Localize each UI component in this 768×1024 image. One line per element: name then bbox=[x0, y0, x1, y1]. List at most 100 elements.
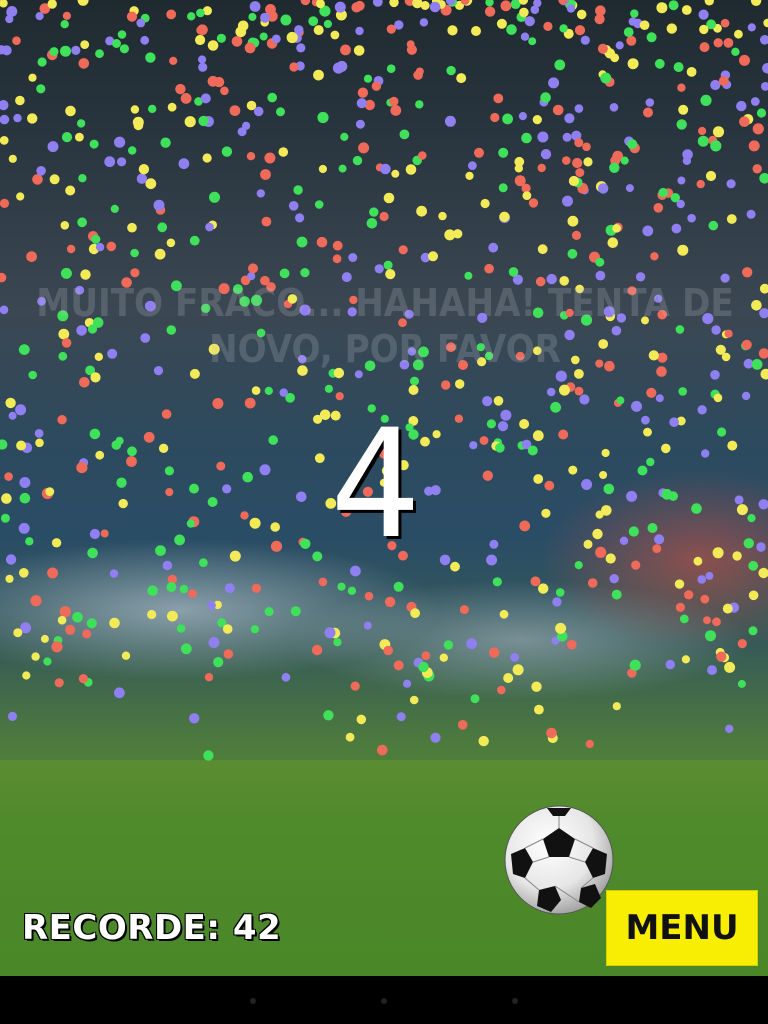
confetti-dot bbox=[599, 471, 608, 479]
confetti-dot bbox=[616, 396, 625, 405]
confetti-dot bbox=[71, 45, 81, 56]
confetti-dot bbox=[707, 665, 717, 676]
confetti-dot bbox=[699, 42, 710, 53]
confetti-dot bbox=[704, 0, 714, 6]
confetti-dot bbox=[643, 427, 652, 437]
confetti-dot bbox=[121, 651, 131, 660]
confetti-dot bbox=[112, 39, 121, 48]
confetti-dot bbox=[13, 628, 23, 638]
confetti-dot bbox=[350, 681, 360, 691]
confetti-dot bbox=[756, 108, 767, 118]
confetti-dot bbox=[508, 267, 519, 277]
confetti-dot bbox=[605, 553, 616, 564]
confetti-dot bbox=[296, 236, 308, 248]
confetti-dot bbox=[109, 569, 119, 578]
recent-apps-icon[interactable] bbox=[512, 998, 518, 1004]
confetti-dot bbox=[693, 556, 703, 566]
confetti-dot bbox=[581, 479, 593, 490]
confetti-dot bbox=[186, 519, 195, 528]
confetti-dot bbox=[418, 661, 429, 673]
confetti-dot bbox=[628, 526, 639, 537]
confetti-dot bbox=[642, 225, 654, 237]
confetti-dot bbox=[363, 621, 372, 630]
confetti-dot bbox=[95, 450, 105, 460]
confetti-dot bbox=[384, 596, 396, 608]
confetti-dot bbox=[489, 539, 499, 549]
menu-button[interactable]: MENU bbox=[606, 890, 758, 966]
confetti-dot bbox=[582, 142, 591, 152]
confetti-dot bbox=[530, 576, 541, 587]
back-icon[interactable] bbox=[250, 998, 256, 1004]
confetti-dot bbox=[398, 245, 408, 255]
confetti-dot bbox=[79, 377, 90, 388]
confetti-dot bbox=[532, 430, 544, 442]
record-label: RECORDE: 42 bbox=[22, 908, 282, 948]
confetti-dot bbox=[609, 103, 619, 112]
confetti-dot bbox=[393, 660, 404, 671]
home-icon[interactable] bbox=[381, 998, 387, 1004]
confetti-dot bbox=[12, 36, 21, 45]
confetti-dot bbox=[519, 419, 530, 429]
confetti-dot bbox=[166, 9, 177, 20]
confetti-dot bbox=[240, 511, 249, 520]
confetti-dot bbox=[180, 93, 192, 104]
confetti-dot bbox=[213, 76, 225, 88]
confetti-dot bbox=[438, 211, 447, 221]
confetti-dot bbox=[293, 185, 303, 195]
confetti-dot bbox=[405, 164, 417, 175]
confetti-dot bbox=[554, 59, 566, 71]
confetti-dot bbox=[540, 92, 551, 103]
confetti-dot bbox=[568, 175, 580, 187]
confetti-dot bbox=[318, 577, 328, 587]
confetti-dot bbox=[36, 166, 46, 176]
confetti-dot bbox=[541, 508, 551, 518]
confetti-dot bbox=[496, 18, 507, 29]
confetti-dot bbox=[0, 114, 10, 125]
confetti-dot bbox=[454, 414, 464, 423]
confetti-dot bbox=[598, 183, 609, 194]
confetti-dot bbox=[574, 138, 584, 148]
confetti-dot bbox=[701, 449, 710, 458]
confetti-dot bbox=[76, 119, 86, 128]
confetti-dot bbox=[95, 49, 104, 59]
confetti-dot bbox=[758, 499, 768, 510]
confetti-dot bbox=[77, 0, 89, 6]
confetti-dot bbox=[546, 387, 556, 397]
confetti-dot bbox=[212, 398, 224, 409]
confetti-dot bbox=[82, 629, 92, 639]
confetti-dot bbox=[495, 443, 505, 453]
confetti-dot bbox=[208, 637, 220, 648]
confetti-dot bbox=[572, 157, 583, 169]
confetti-dot bbox=[574, 104, 584, 113]
confetti-dot bbox=[627, 139, 638, 150]
confetti-dot bbox=[324, 384, 333, 393]
confetti-dot bbox=[358, 142, 370, 154]
confetti-dot bbox=[646, 32, 657, 43]
confetti-dot bbox=[209, 191, 220, 203]
confetti-dot bbox=[19, 492, 31, 504]
confetti-dot bbox=[470, 694, 480, 704]
confetti-dot bbox=[166, 582, 177, 593]
confetti-dot bbox=[684, 590, 694, 600]
confetti-dot bbox=[106, 241, 117, 252]
confetti-dot bbox=[60, 20, 69, 29]
confetti-dot bbox=[678, 104, 689, 115]
confetti-dot bbox=[607, 237, 619, 248]
confetti-dot bbox=[734, 29, 743, 39]
confetti-dot bbox=[489, 647, 500, 658]
confetti-dot bbox=[78, 58, 90, 69]
confetti-dot bbox=[710, 140, 722, 152]
soccer-ball-icon[interactable] bbox=[503, 804, 615, 916]
confetti-dot bbox=[26, 251, 37, 262]
confetti-dot bbox=[479, 436, 489, 445]
game-screen[interactable]: MUITO FRACO... HAHAHA! TENTA DE NOVO, PO… bbox=[0, 0, 768, 976]
confetti-dot bbox=[296, 43, 306, 53]
confetti-dot bbox=[637, 465, 648, 476]
confetti-dot bbox=[188, 589, 197, 598]
confetti-dot bbox=[712, 547, 724, 559]
confetti-dot bbox=[222, 484, 232, 494]
confetti-dot bbox=[32, 174, 43, 185]
confetti-dot bbox=[603, 483, 615, 495]
confetti-dot bbox=[419, 18, 429, 27]
confetti-dot bbox=[428, 251, 438, 262]
